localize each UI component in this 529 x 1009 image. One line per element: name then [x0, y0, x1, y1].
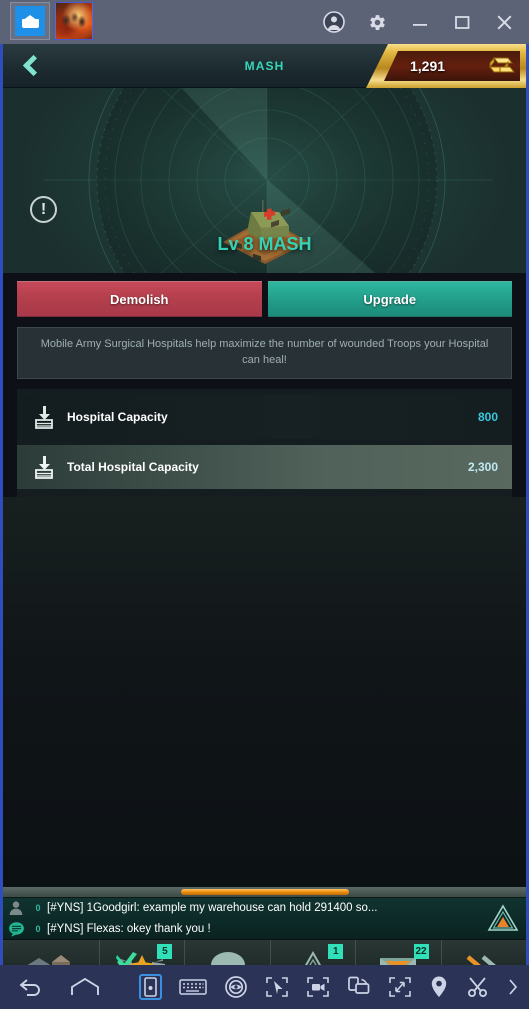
game-header: MASH 1,291	[3, 44, 526, 88]
maximize-button[interactable]	[452, 12, 472, 32]
alliance-triangle-icon	[294, 946, 332, 965]
home-outline-icon[interactable]	[70, 976, 100, 998]
capacity-icon	[27, 404, 61, 430]
game-tab[interactable]	[54, 2, 94, 40]
alliance-badge: 1	[328, 943, 344, 959]
nav-item-items[interactable]: ITEMS	[184, 939, 269, 965]
stat-label: Total Hospital Capacity	[67, 459, 199, 474]
building-hero: ! Lv 8 MASH	[3, 88, 526, 273]
stat-value: 800	[477, 409, 498, 424]
minimize-button[interactable]	[410, 12, 430, 32]
nav-item-alliance[interactable]: 1 ALLIANCE	[269, 939, 355, 965]
keyboard-icon[interactable]	[179, 977, 207, 997]
missions-badge: 5	[157, 943, 173, 959]
chat-count: 0	[35, 923, 41, 934]
scissors-icon[interactable]	[466, 975, 490, 999]
building-name: Lv 8 MASH	[217, 234, 312, 254]
chat-line[interactable]: 0 [#YNS] Flexas: okey thank you !	[3, 918, 480, 939]
city-buildings-icon	[12, 946, 90, 965]
stat-label: Hospital Capacity	[67, 409, 168, 424]
chat-text: [#YNS] Flexas: okey thank you !	[47, 922, 211, 935]
mail-badge: 22	[413, 943, 429, 959]
video-camera-icon[interactable]	[306, 976, 330, 998]
upgrade-button[interactable]: Upgrade	[267, 281, 512, 317]
nav-item-mail[interactable]: 22 MAIL	[355, 939, 440, 965]
cursor-frame-icon[interactable]	[265, 976, 289, 998]
chat-scrollbar-track	[3, 886, 526, 897]
chat-text: [#YNS] 1Goodgirl: example my warehouse c…	[47, 902, 378, 915]
stat-row-total-hospital-capacity: Total Hospital Capacity 2,300	[17, 444, 512, 489]
game-thumbnail	[56, 3, 92, 39]
chevron-right-icon[interactable]	[507, 977, 519, 997]
alliance-emblem-icon[interactable]	[480, 903, 526, 933]
eye-icon[interactable]	[224, 975, 248, 999]
stat-row-hospital-capacity: Hospital Capacity 800	[17, 394, 512, 439]
chat-count: 0	[35, 903, 41, 914]
chat-scrollbar-thumb[interactable]	[180, 888, 349, 895]
instance-tabs	[0, 0, 98, 40]
info-icon[interactable]: !	[30, 196, 57, 223]
demolish-button[interactable]: Demolish	[17, 281, 262, 317]
account-icon[interactable]	[323, 11, 345, 33]
game-bottom-nav: 5 MISSIONS	[3, 938, 526, 965]
empty-area	[3, 496, 526, 887]
nav-item-more[interactable]: MORE	[440, 939, 526, 965]
settings-gear-icon[interactable]	[367, 12, 388, 33]
parachute-icon	[208, 946, 248, 965]
bluestacks-toolbar	[0, 965, 529, 1009]
gold-bars-icon	[482, 52, 520, 85]
close-button[interactable]	[494, 12, 515, 33]
stats-panel: Hospital Capacity 800 Total Hospital Cap…	[17, 388, 512, 497]
person-icon	[3, 900, 29, 916]
double-chevron-right-icon	[462, 946, 506, 965]
action-buttons: Demolish Upgrade	[3, 273, 526, 317]
chat-panel: 0 [#YNS] 1Goodgirl: example my warehouse…	[3, 886, 526, 939]
window-controls	[323, 0, 529, 44]
building-sprite	[217, 196, 313, 266]
chat-line[interactable]: 0 [#YNS] 1Goodgirl: example my warehouse…	[3, 898, 480, 919]
rotate-screen-icon[interactable]	[347, 976, 371, 998]
chat-bubble-icon	[3, 921, 29, 937]
gold-amount: 1,291	[410, 58, 446, 74]
gold-counter[interactable]: 1,291	[366, 44, 526, 88]
nav-item-missions[interactable]: 5 MISSIONS	[99, 939, 184, 965]
bluestacks-titlebar	[0, 0, 529, 44]
game-viewport: MASH 1,291 ! Lv 8 MASH Demolish Upgrade …	[0, 44, 529, 965]
home-tab[interactable]	[10, 2, 50, 40]
expand-arrows-icon[interactable]	[388, 976, 412, 998]
back-arrow-icon[interactable]	[18, 976, 44, 998]
capacity-icon	[27, 454, 61, 480]
stat-value: 2,300	[467, 459, 498, 474]
building-description: Mobile Army Surgical Hospitals help maxi…	[17, 327, 512, 379]
home-icon	[15, 6, 45, 36]
chat-messages[interactable]: 0 [#YNS] 1Goodgirl: example my warehouse…	[3, 896, 526, 939]
multi-instance-button[interactable]	[139, 974, 162, 1000]
location-pin-icon[interactable]	[429, 975, 449, 999]
nav-item-city[interactable]	[3, 940, 99, 965]
